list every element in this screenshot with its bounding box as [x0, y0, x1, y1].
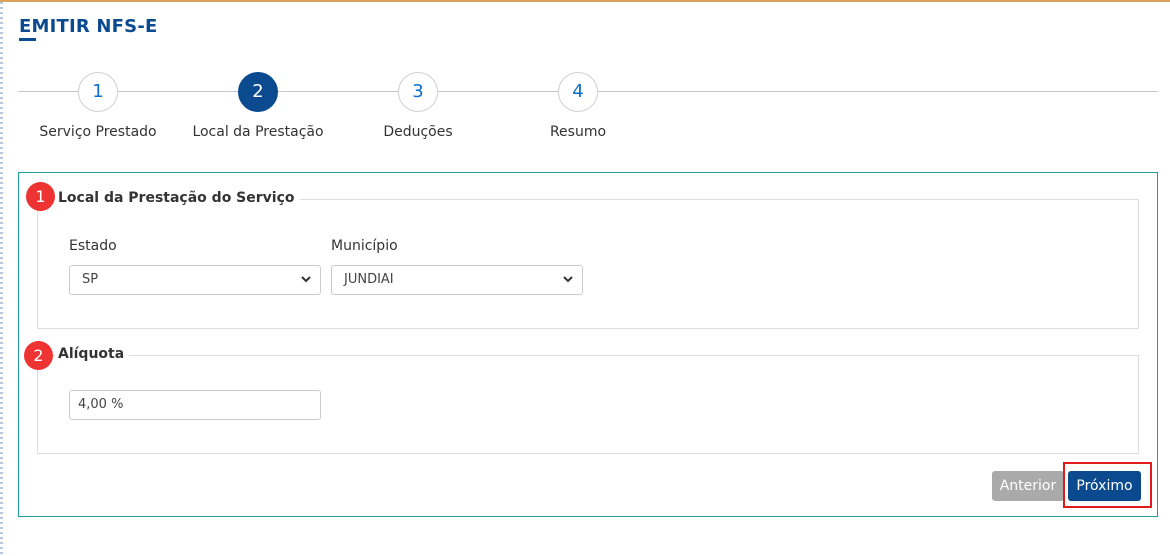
step-number: 1 — [78, 72, 118, 112]
step-label: Local da Prestação — [192, 124, 324, 140]
step-label: Resumo — [549, 124, 607, 140]
aliquota-legend: Alíquota — [55, 346, 130, 362]
annotation-badge-2: 2 — [24, 341, 53, 370]
top-accent-line — [0, 0, 1170, 2]
step-servico-prestado[interactable]: 1 Serviço Prestado — [8, 72, 188, 140]
step-number: 2 — [238, 72, 278, 112]
step-number: 3 — [398, 72, 438, 112]
anterior-button[interactable]: Anterior — [992, 471, 1064, 501]
title-underline — [19, 38, 36, 41]
municipio-select[interactable]: JUNDIAI — [331, 265, 583, 295]
step-resumo[interactable]: 4 Resumo — [488, 72, 668, 140]
left-edge-dots — [0, 2, 3, 556]
municipio-label: Município — [331, 238, 398, 254]
aliquota-input[interactable]: 4,00 % — [69, 390, 321, 420]
step-number: 4 — [558, 72, 598, 112]
estado-select-value: SP — [82, 272, 99, 287]
local-prestacao-legend: Local da Prestação do Serviço — [55, 190, 300, 206]
step-label: Serviço Prestado — [39, 124, 157, 140]
aliquota-input-value: 4,00 % — [78, 397, 124, 412]
chevron-down-icon — [301, 276, 311, 283]
annotation-badge-1: 1 — [26, 182, 55, 211]
page-title: EMITIR NFS-E — [19, 16, 158, 37]
estado-label: Estado — [69, 238, 117, 254]
step-deducoes[interactable]: 3 Deduções — [328, 72, 508, 140]
chevron-down-icon — [563, 276, 573, 283]
step-local-da-prestacao[interactable]: 2 Local da Prestação — [168, 72, 348, 140]
municipio-select-value: JUNDIAI — [344, 272, 394, 287]
local-prestacao-fieldset — [37, 199, 1139, 329]
estado-select[interactable]: SP — [69, 265, 321, 295]
highlight-box — [1063, 462, 1152, 508]
step-label: Deduções — [383, 124, 453, 140]
